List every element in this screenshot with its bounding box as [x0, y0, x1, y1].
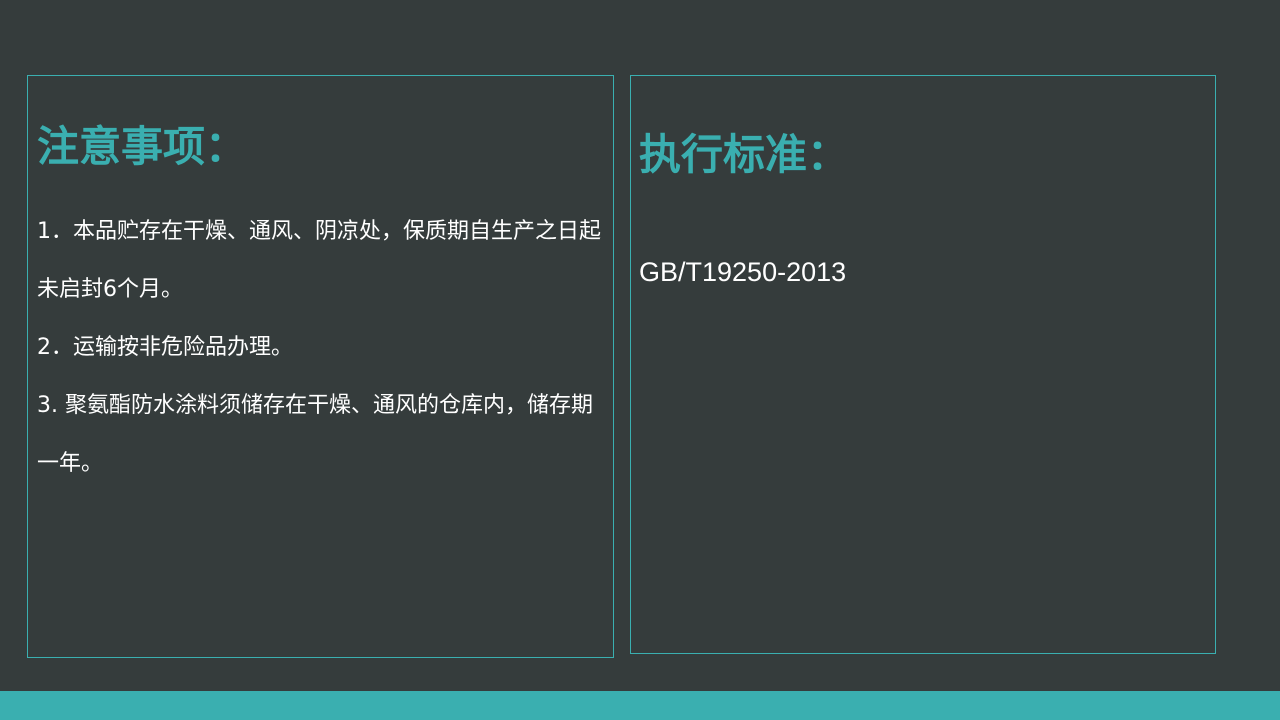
notes-heading: 注意事项： [37, 122, 248, 171]
standard-heading: 执行标准： [639, 130, 850, 179]
note-item-3: 3. 聚氨酯防水涂料须储存在干燥、通风的仓库内，储存期一年。 [37, 393, 593, 476]
standard-panel: 执行标准： GB/T19250-2013 [630, 75, 1216, 654]
note-item-2: 2．运输按非危险品办理。 [37, 335, 293, 360]
note-item-1: 1．本品贮存在干燥、通风、阴凉处，保质期自生产之日起未启封6个月。 [37, 219, 601, 302]
standard-code: GB/T19250-2013 [639, 257, 847, 287]
notes-list: 1．本品贮存在干燥、通风、阴凉处，保质期自生产之日起未启封6个月。 2．运输按非… [37, 203, 607, 493]
notes-panel: 注意事项： 1．本品贮存在干燥、通风、阴凉处，保质期自生产之日起未启封6个月。 … [27, 75, 614, 658]
footer-accent-bar [0, 691, 1280, 720]
